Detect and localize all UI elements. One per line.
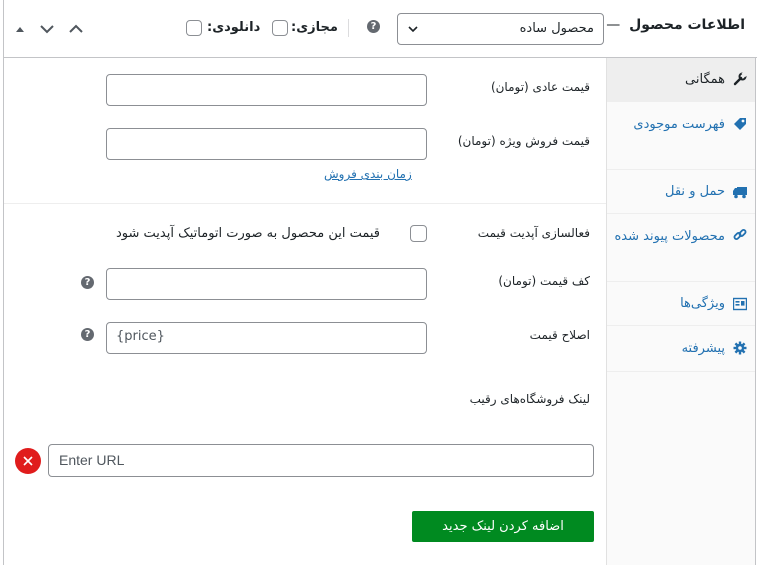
panel-title: اطلاعات محصول — [606,17,745,33]
section-divider [4,203,606,204]
tab-linked-products[interactable]: محصولات پیوند شده [607,214,755,282]
tab-attributes[interactable]: ویژگی‌ها [607,282,755,326]
competitor-links-label: لینک فروشگاه‌های رقیب [469,392,590,406]
tab-inventory[interactable]: فهرست موجودی [607,102,755,170]
close-icon [23,456,33,466]
link-icon [733,229,747,240]
wrench-icon [733,72,747,86]
product-data-panel: اطلاعات محصول — محصول ساده ? مجازی: دانل… [3,0,757,565]
competitor-url-input[interactable]: Enter URL [48,444,594,477]
product-type-value: محصول ساده [519,21,594,36]
help-icon[interactable]: ? [81,276,94,289]
tab-advanced[interactable]: پیشرفته [607,326,755,372]
min-price-label: کف قیمت (تومان) [498,274,590,288]
price-fix-label: اصلاح قیمت [529,328,590,342]
help-icon[interactable]: ? [81,328,94,341]
tab-general[interactable]: همگانی [607,58,755,102]
downloadable-label: دانلودی: [207,20,261,35]
remove-url-button[interactable] [15,448,41,474]
chevron-down-icon [408,26,418,33]
tab-shipping[interactable]: حمل و نقل [607,170,755,214]
downloadable-checkbox[interactable] [186,20,202,36]
header-separator [348,19,349,37]
sale-price-label: قیمت فروش ویژه (تومان) [457,134,590,148]
schedule-sale-link[interactable]: زمان بندی فروش [324,167,412,181]
activate-price-update-label: فعالسازی آپدیت قیمت [477,226,590,240]
virtual-label: مجازی: [291,20,338,35]
chevron-down-icon[interactable] [37,19,57,39]
triangle-up-icon[interactable] [10,19,30,39]
tag-icon [734,118,746,130]
sale-price-input[interactable] [106,128,427,160]
gear-icon [733,341,747,355]
panel-header: اطلاعات محصول — محصول ساده ? مجازی: دانل… [4,0,757,58]
regular-price-input[interactable] [106,74,427,106]
product-type-select[interactable]: محصول ساده [397,13,604,45]
list-icon [733,297,747,311]
help-icon[interactable]: ? [367,20,380,33]
product-data-tabs: همگانی فهرست موجودی حمل و نقل محصولات پی… [606,58,755,565]
auto-update-text: قیمت این محصول به صورت اتوماتیک آپدیت شو… [116,226,380,241]
price-fix-input[interactable]: {price} [106,322,427,354]
min-price-input[interactable] [106,268,427,300]
truck-icon [733,187,747,199]
chevron-up-icon[interactable] [66,19,86,39]
virtual-checkbox[interactable] [272,20,288,36]
auto-update-checkbox[interactable] [410,225,427,242]
add-link-button[interactable]: اضافه کردن لینک جدید [412,511,594,542]
regular-price-label: قیمت عادی (تومان) [490,80,590,94]
